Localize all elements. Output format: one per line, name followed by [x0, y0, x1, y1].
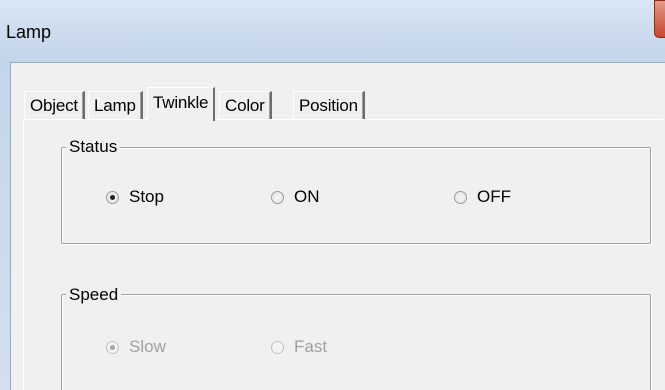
tab-label: Color	[225, 96, 265, 115]
radio-button-icon	[271, 340, 284, 354]
tab-label: Position	[299, 96, 358, 115]
tab-color[interactable]: Color	[219, 91, 272, 119]
window-titlebar[interactable]: Lamp	[0, 0, 665, 62]
radio-off[interactable]: OFF	[454, 187, 511, 207]
radio-button-icon	[271, 190, 284, 204]
radio-label: ON	[294, 187, 320, 206]
radio-slow[interactable]: Slow	[106, 337, 166, 357]
tab-panel-twinkle: Status Stop ON OFF Speed Slow Fast	[23, 119, 663, 390]
status-group-label: Status	[66, 137, 121, 157]
radio-label: OFF	[477, 187, 511, 206]
tab-lamp[interactable]: Lamp	[88, 91, 143, 119]
radio-label: Stop	[129, 187, 164, 206]
radio-label: Slow	[129, 337, 166, 356]
radio-on[interactable]: ON	[271, 187, 320, 207]
radio-button-icon	[454, 190, 467, 204]
close-button[interactable]	[654, 0, 665, 38]
tab-label: Lamp	[94, 96, 136, 115]
speed-group-label: Speed	[66, 285, 122, 305]
radio-button-icon	[106, 190, 119, 204]
radio-button-icon	[106, 340, 119, 354]
tab-object[interactable]: Object	[24, 91, 85, 119]
tab-twinkle[interactable]: Twinkle	[147, 87, 216, 121]
radio-label: Fast	[294, 337, 328, 356]
window-frame	[0, 62, 10, 390]
tab-label: Twinkle	[153, 93, 209, 112]
tab-label: Object	[30, 96, 78, 115]
window-title: Lamp	[6, 22, 52, 42]
tab-position[interactable]: Position	[293, 91, 365, 119]
radio-stop[interactable]: Stop	[106, 187, 164, 207]
radio-fast[interactable]: Fast	[271, 337, 327, 357]
